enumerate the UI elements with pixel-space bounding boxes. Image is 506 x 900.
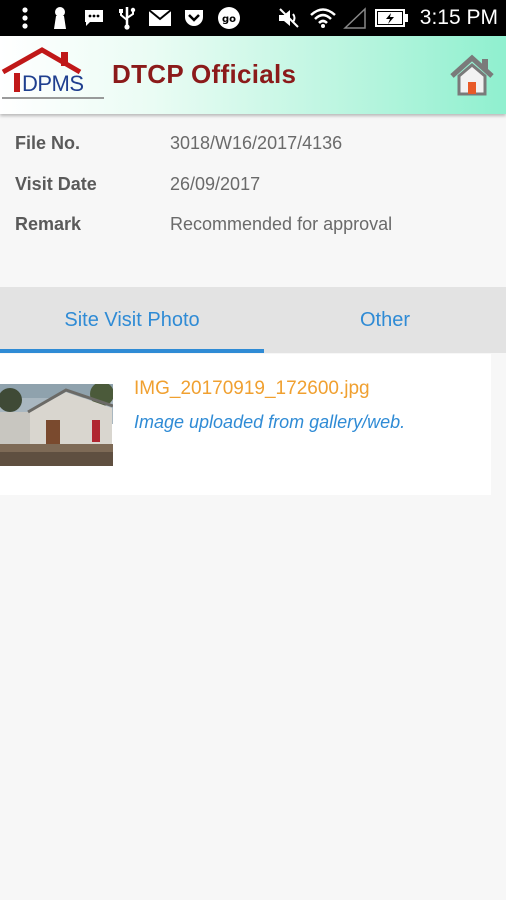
svg-text:go: go — [222, 14, 236, 25]
app-bar: DPMS DTCP Officials — [0, 36, 506, 114]
wifi-icon — [308, 0, 338, 36]
photo-list-item[interactable]: IMG_20170919_172600.jpg Image uploaded f… — [0, 354, 491, 495]
home-icon — [450, 54, 494, 96]
tab-other[interactable]: Other — [264, 287, 506, 353]
remark-label: Remark — [15, 214, 82, 234]
pocket-icon — [182, 0, 206, 36]
status-bar: go 3:15 PM — [0, 0, 506, 36]
home-button[interactable] — [448, 52, 496, 98]
detail-row-visit-date: Visit Date 26/09/2017 — [0, 169, 506, 199]
tab-selected-indicator — [0, 349, 264, 353]
sms-icon — [82, 0, 106, 36]
mute-icon — [276, 0, 302, 36]
logo-text: DPMS — [22, 71, 84, 96]
tab-site-visit-photo[interactable]: Site Visit Photo — [0, 287, 264, 353]
keyhole-icon — [50, 0, 70, 36]
dpms-logo: DPMS — [0, 46, 108, 106]
go-icon: go — [216, 0, 242, 36]
detail-row-file-no: File No. 3018/W16/2017/4136 — [0, 128, 506, 158]
file-no-label: File No. — [15, 133, 81, 153]
file-no-value: 3018/W16/2017/4136 — [170, 133, 343, 153]
status-time: 3:15 PM — [419, 6, 498, 29]
photo-thumbnail[interactable] — [0, 384, 113, 466]
photo-description: Image uploaded from gallery/web. — [134, 412, 406, 432]
photo-file-name[interactable]: IMG_20170919_172600.jpg — [134, 378, 370, 400]
app-title: DTCP Officials — [112, 59, 297, 89]
visit-date-value: 26/09/2017 — [170, 174, 261, 194]
no-signal-icon — [342, 0, 368, 36]
battery-icon — [374, 0, 410, 36]
usb-icon — [116, 0, 138, 36]
detail-row-remark: Remark Recommended for approval — [0, 209, 506, 239]
tab-bar: Site Visit Photo Other — [0, 287, 506, 353]
more-vert-icon — [18, 0, 32, 36]
email-icon — [147, 0, 173, 36]
visit-date-label: Visit Date — [15, 174, 97, 194]
remark-value: Recommended for approval — [170, 214, 393, 234]
